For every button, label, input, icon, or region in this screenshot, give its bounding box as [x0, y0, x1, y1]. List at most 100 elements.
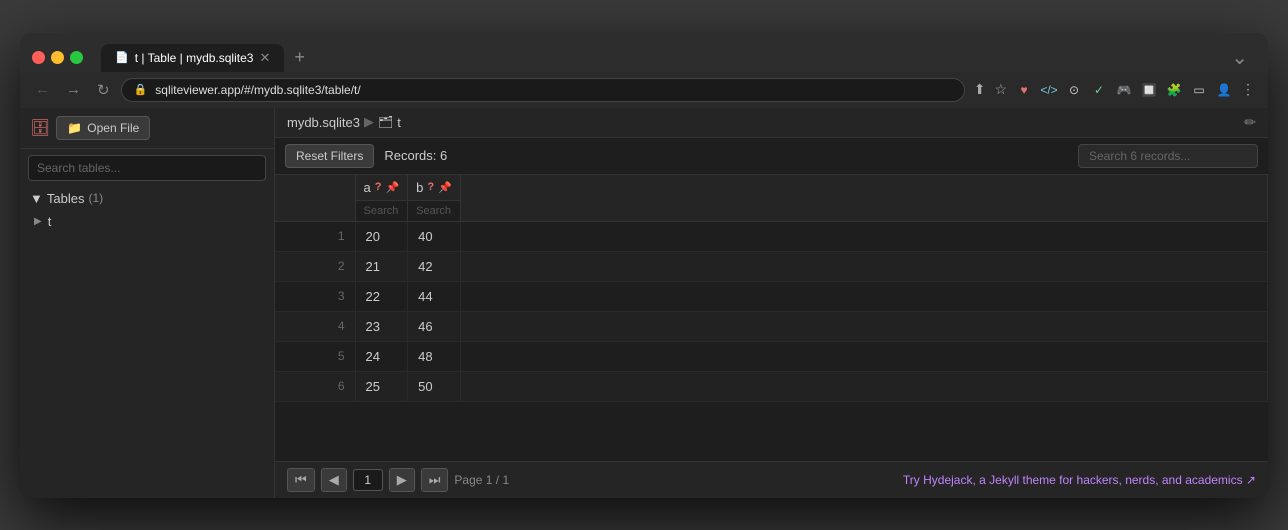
- prev-page-button[interactable]: ◀: [321, 468, 347, 492]
- close-window-button[interactable]: [32, 51, 45, 64]
- ext-icon-4[interactable]: ✓: [1088, 79, 1110, 101]
- cell-empty: [460, 341, 1267, 371]
- table-row: 1 20 40: [275, 221, 1268, 251]
- minimize-window-button[interactable]: [51, 51, 64, 64]
- title-bar: 📄 t | Table | mydb.sqlite3 ✕ + ⌄: [20, 33, 1268, 72]
- th-extra: [460, 175, 1267, 222]
- table-body: 1 20 40 2 21 42 3 22 44 4 23 46 5 24 48 …: [275, 221, 1268, 401]
- th-column-a: a ? 📌: [355, 175, 408, 222]
- database-icon: 🗄: [30, 118, 50, 138]
- cell-row-num: 4: [275, 311, 355, 341]
- tab-close-button[interactable]: ✕: [259, 50, 270, 66]
- col-b-name: b: [416, 180, 423, 195]
- cell-b: 40: [408, 221, 461, 251]
- cell-a: 20: [355, 221, 408, 251]
- security-icon: 🔒: [134, 83, 148, 96]
- address-bar[interactable]: 🔒 sqliteviewer.app/#/mydb.sqlite3/table/…: [121, 78, 965, 102]
- cell-a: 25: [355, 371, 408, 401]
- forward-button[interactable]: →: [61, 78, 86, 101]
- new-tab-button[interactable]: +: [286, 43, 313, 72]
- cell-empty: [460, 281, 1267, 311]
- page-info: Page 1 / 1: [454, 473, 509, 487]
- cell-row-num: 3: [275, 281, 355, 311]
- tables-label: Tables: [47, 191, 85, 206]
- traffic-lights: [32, 51, 83, 64]
- browser-menu-button[interactable]: ⌄: [1223, 45, 1256, 70]
- tab-favicon: 📄: [115, 51, 129, 64]
- reset-filters-button[interactable]: Reset Filters: [285, 144, 374, 168]
- cell-b: 48: [408, 341, 461, 371]
- app-container: 🗄 📁 Open File ▼ Tables (1) ▶ t: [20, 108, 1268, 498]
- open-file-icon: 📁: [67, 121, 82, 135]
- ext-icon-7[interactable]: 🧩: [1163, 79, 1185, 101]
- th-column-b: b ? 📌: [408, 175, 461, 222]
- search-records-input[interactable]: [1078, 144, 1258, 168]
- cell-row-num: 1: [275, 221, 355, 251]
- cell-b: 46: [408, 311, 461, 341]
- breadcrumb-table: t: [397, 115, 401, 130]
- col-a-search-input[interactable]: [356, 201, 408, 221]
- ext-icon-3[interactable]: ⊙: [1063, 79, 1085, 101]
- back-button[interactable]: ←: [30, 78, 55, 101]
- search-tables-input[interactable]: [28, 155, 266, 181]
- ext-icon-8[interactable]: ▭: [1188, 79, 1210, 101]
- open-file-button[interactable]: 📁 Open File: [56, 116, 150, 140]
- breadcrumb: mydb.sqlite3 ▶ 🗂 t: [287, 114, 401, 130]
- breadcrumb-bar: mydb.sqlite3 ▶ 🗂 t ✏: [275, 108, 1268, 138]
- table-icon: 🗂: [378, 115, 393, 129]
- col-b-search-input[interactable]: [408, 201, 460, 221]
- ext-icon-1[interactable]: ♥: [1013, 79, 1035, 101]
- next-page-button[interactable]: ▶: [389, 468, 415, 492]
- maximize-window-button[interactable]: [70, 51, 83, 64]
- cell-empty: [460, 311, 1267, 341]
- tables-section: ▼ Tables (1) ▶ t: [20, 187, 274, 233]
- browser-tab[interactable]: 📄 t | Table | mydb.sqlite3 ✕: [101, 44, 284, 72]
- sidebar: 🗄 📁 Open File ▼ Tables (1) ▶ t: [20, 108, 275, 498]
- edit-button[interactable]: ✏: [1244, 114, 1256, 131]
- tabs-bar: 📄 t | Table | mydb.sqlite3 ✕ +: [101, 43, 1213, 72]
- table-row: 5 24 48: [275, 341, 1268, 371]
- reload-button[interactable]: ↻: [92, 78, 115, 102]
- cell-b: 50: [408, 371, 461, 401]
- bookmark-button[interactable]: ☆: [991, 78, 1010, 101]
- sidebar-header: 🗄 📁 Open File: [20, 108, 274, 149]
- cell-row-num: 6: [275, 371, 355, 401]
- cell-a: 23: [355, 311, 408, 341]
- cell-b: 42: [408, 251, 461, 281]
- browser-menu-dots[interactable]: ⋮: [1238, 78, 1258, 101]
- table-toolbar: Reset Filters Records: 6: [275, 138, 1268, 175]
- records-count: Records: 6: [384, 148, 447, 163]
- last-page-button[interactable]: ⏭: [421, 468, 449, 492]
- cell-a: 22: [355, 281, 408, 311]
- ext-icon-2[interactable]: </>: [1038, 79, 1060, 101]
- col-b-pin-icon[interactable]: 📌: [438, 181, 452, 194]
- tables-collapse-icon: ▼: [30, 191, 43, 206]
- ext-icon-5[interactable]: 🎮: [1113, 79, 1135, 101]
- th-row-number: [275, 175, 355, 222]
- first-page-button[interactable]: ⏮: [287, 468, 315, 492]
- col-a-type-icon[interactable]: ?: [375, 181, 382, 193]
- tables-header[interactable]: ▼ Tables (1): [28, 187, 266, 210]
- table-name: t: [48, 214, 52, 229]
- pagination-bar: ⏮ ◀ ▶ ⏭ Page 1 / 1 Try Hydejack, a Jekyl…: [275, 461, 1268, 498]
- ext-icon-6[interactable]: 🔲: [1138, 79, 1160, 101]
- share-button[interactable]: ⬆: [971, 78, 989, 101]
- table-row: 3 22 44: [275, 281, 1268, 311]
- col-b-type-icon[interactable]: ?: [427, 181, 434, 193]
- cell-a: 21: [355, 251, 408, 281]
- table-row: 6 25 50: [275, 371, 1268, 401]
- extension-icons: ⬆ ☆ ♥ </> ⊙ ✓ 🎮 🔲 🧩 ▭ 👤 ⋮: [971, 78, 1258, 101]
- ext-icon-9[interactable]: 👤: [1213, 79, 1235, 101]
- tab-label: t | Table | mydb.sqlite3: [135, 51, 254, 65]
- table-row: 4 23 46: [275, 311, 1268, 341]
- page-number-input[interactable]: [353, 469, 383, 491]
- browser-controls-bar: ← → ↻ 🔒 sqliteviewer.app/#/mydb.sqlite3/…: [20, 72, 1268, 108]
- main-content: mydb.sqlite3 ▶ 🗂 t ✏ Reset Filters Recor…: [275, 108, 1268, 498]
- table-item-t[interactable]: ▶ t: [28, 210, 266, 233]
- col-a-pin-icon[interactable]: 📌: [385, 181, 399, 194]
- tables-count: (1): [88, 191, 103, 205]
- address-text: sqliteviewer.app/#/mydb.sqlite3/table/t/: [155, 83, 360, 97]
- table-header: a ? 📌 b: [275, 175, 1268, 222]
- cell-a: 24: [355, 341, 408, 371]
- hydejack-link[interactable]: Try Hydejack, a Jekyll theme for hackers…: [903, 473, 1256, 487]
